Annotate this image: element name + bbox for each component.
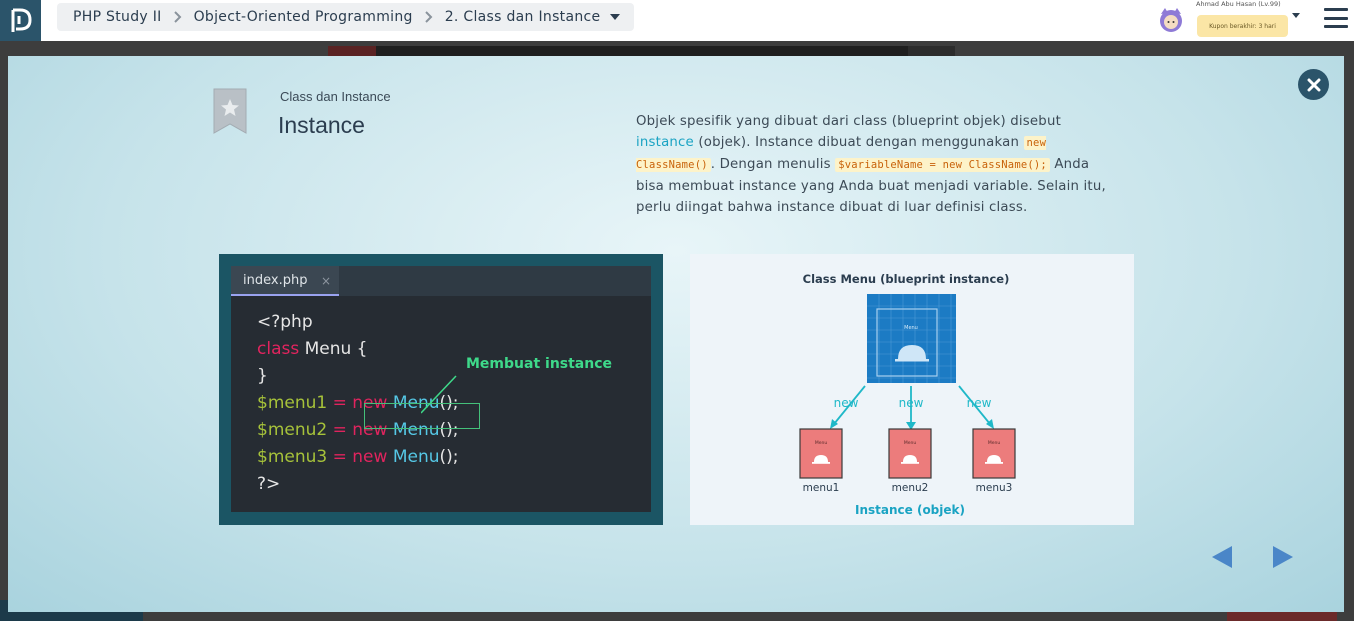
breadcrumb-course[interactable]: PHP Study II (73, 9, 162, 25)
code-line: class Menu { (257, 339, 368, 359)
file-tab: index.php × (231, 266, 339, 296)
instance-box: Menu (972, 428, 1016, 479)
annotation-label: Membuat instance (466, 356, 613, 372)
breadcrumb-chapter[interactable]: Object-Oriented Programming (194, 9, 413, 25)
slide-title: Instance (278, 112, 365, 138)
instance-link[interactable]: instance (636, 135, 694, 150)
slide-description: Objek spesifik yang dibuat dari class (b… (636, 111, 1121, 218)
coupon-badge: Kupon berakhir: 3 hari (1197, 15, 1288, 37)
logo-icon (11, 8, 32, 32)
top-bar: PHP Study II Object-Oriented Programming… (0, 0, 1354, 41)
caret-down-icon[interactable] (1292, 13, 1300, 18)
user-menu[interactable]: Ahmad Abu Hasan (Lv.99) Kupon berakhir: … (1156, 0, 1306, 41)
username: Ahmad Abu Hasan (Lv.99) (1196, 0, 1281, 8)
diagram-svg: Class Menu (blueprint instance) Menu new… (799, 272, 1016, 517)
svg-text:Menu: Menu (988, 440, 1001, 446)
slide-modal: Class dan Instance Instance Objek spesif… (8, 56, 1344, 612)
arrow-label: new (899, 396, 924, 410)
instance-box: Menu (799, 428, 843, 479)
close-button[interactable] (1298, 69, 1329, 100)
close-tab-icon: × (321, 274, 332, 288)
arrow-label: new (967, 396, 992, 410)
instance-label: menu2 (892, 482, 929, 494)
svg-text:Menu: Menu (815, 440, 828, 446)
breadcrumb-lesson[interactable]: 2. Class dan Instance (445, 9, 601, 25)
description-text: (objek). Instance dibuat dengan mengguna… (693, 135, 1024, 150)
diagram-footer: Instance (objek) (855, 503, 965, 517)
code-figure: index.php × <?php class Menu { } $menu1 … (219, 254, 663, 525)
class-box-label: Menu (904, 325, 918, 331)
breadcrumb: PHP Study II Object-Oriented Programming… (57, 3, 635, 31)
instance-label: menu1 (803, 482, 840, 494)
menu-icon[interactable] (1324, 8, 1348, 28)
code-line: $menu3 = new Menu(); (257, 447, 459, 467)
editor-tab-bar: index.php × (231, 266, 651, 296)
svg-text:Menu: Menu (904, 440, 917, 446)
bookmark-star-icon (213, 88, 247, 134)
instance-box: Menu (888, 428, 932, 479)
logo[interactable] (0, 0, 41, 41)
lesson-subtitle: Class dan Instance (280, 89, 391, 104)
code-line: <?php (257, 312, 313, 332)
previous-slide-button[interactable] (1211, 545, 1233, 569)
instance-label: menu3 (976, 482, 1013, 494)
arrow-label: new (834, 396, 859, 410)
code-editor: index.php × <?php class Menu { } $menu1 … (231, 266, 651, 512)
avatar[interactable] (1156, 4, 1186, 34)
caret-down-icon[interactable] (610, 14, 621, 20)
description-text: . Dengan menulis (710, 157, 836, 172)
file-tab-label: index.php (243, 272, 308, 288)
chevron-right-icon (424, 11, 433, 23)
description-text: Objek spesifik yang dibuat dari class (b… (636, 114, 1061, 129)
code-line: ?> (257, 474, 281, 494)
inline-code: $variableName = new ClassName(); (835, 158, 1050, 172)
next-slide-button[interactable] (1272, 545, 1294, 569)
diagram-title: Class Menu (blueprint instance) (803, 272, 1010, 286)
class-box: Menu (867, 294, 956, 383)
close-icon (1307, 78, 1320, 91)
instance-diagram: Class Menu (blueprint instance) Menu new… (690, 254, 1134, 525)
annotation-line (421, 375, 457, 414)
chevron-right-icon (173, 11, 182, 23)
